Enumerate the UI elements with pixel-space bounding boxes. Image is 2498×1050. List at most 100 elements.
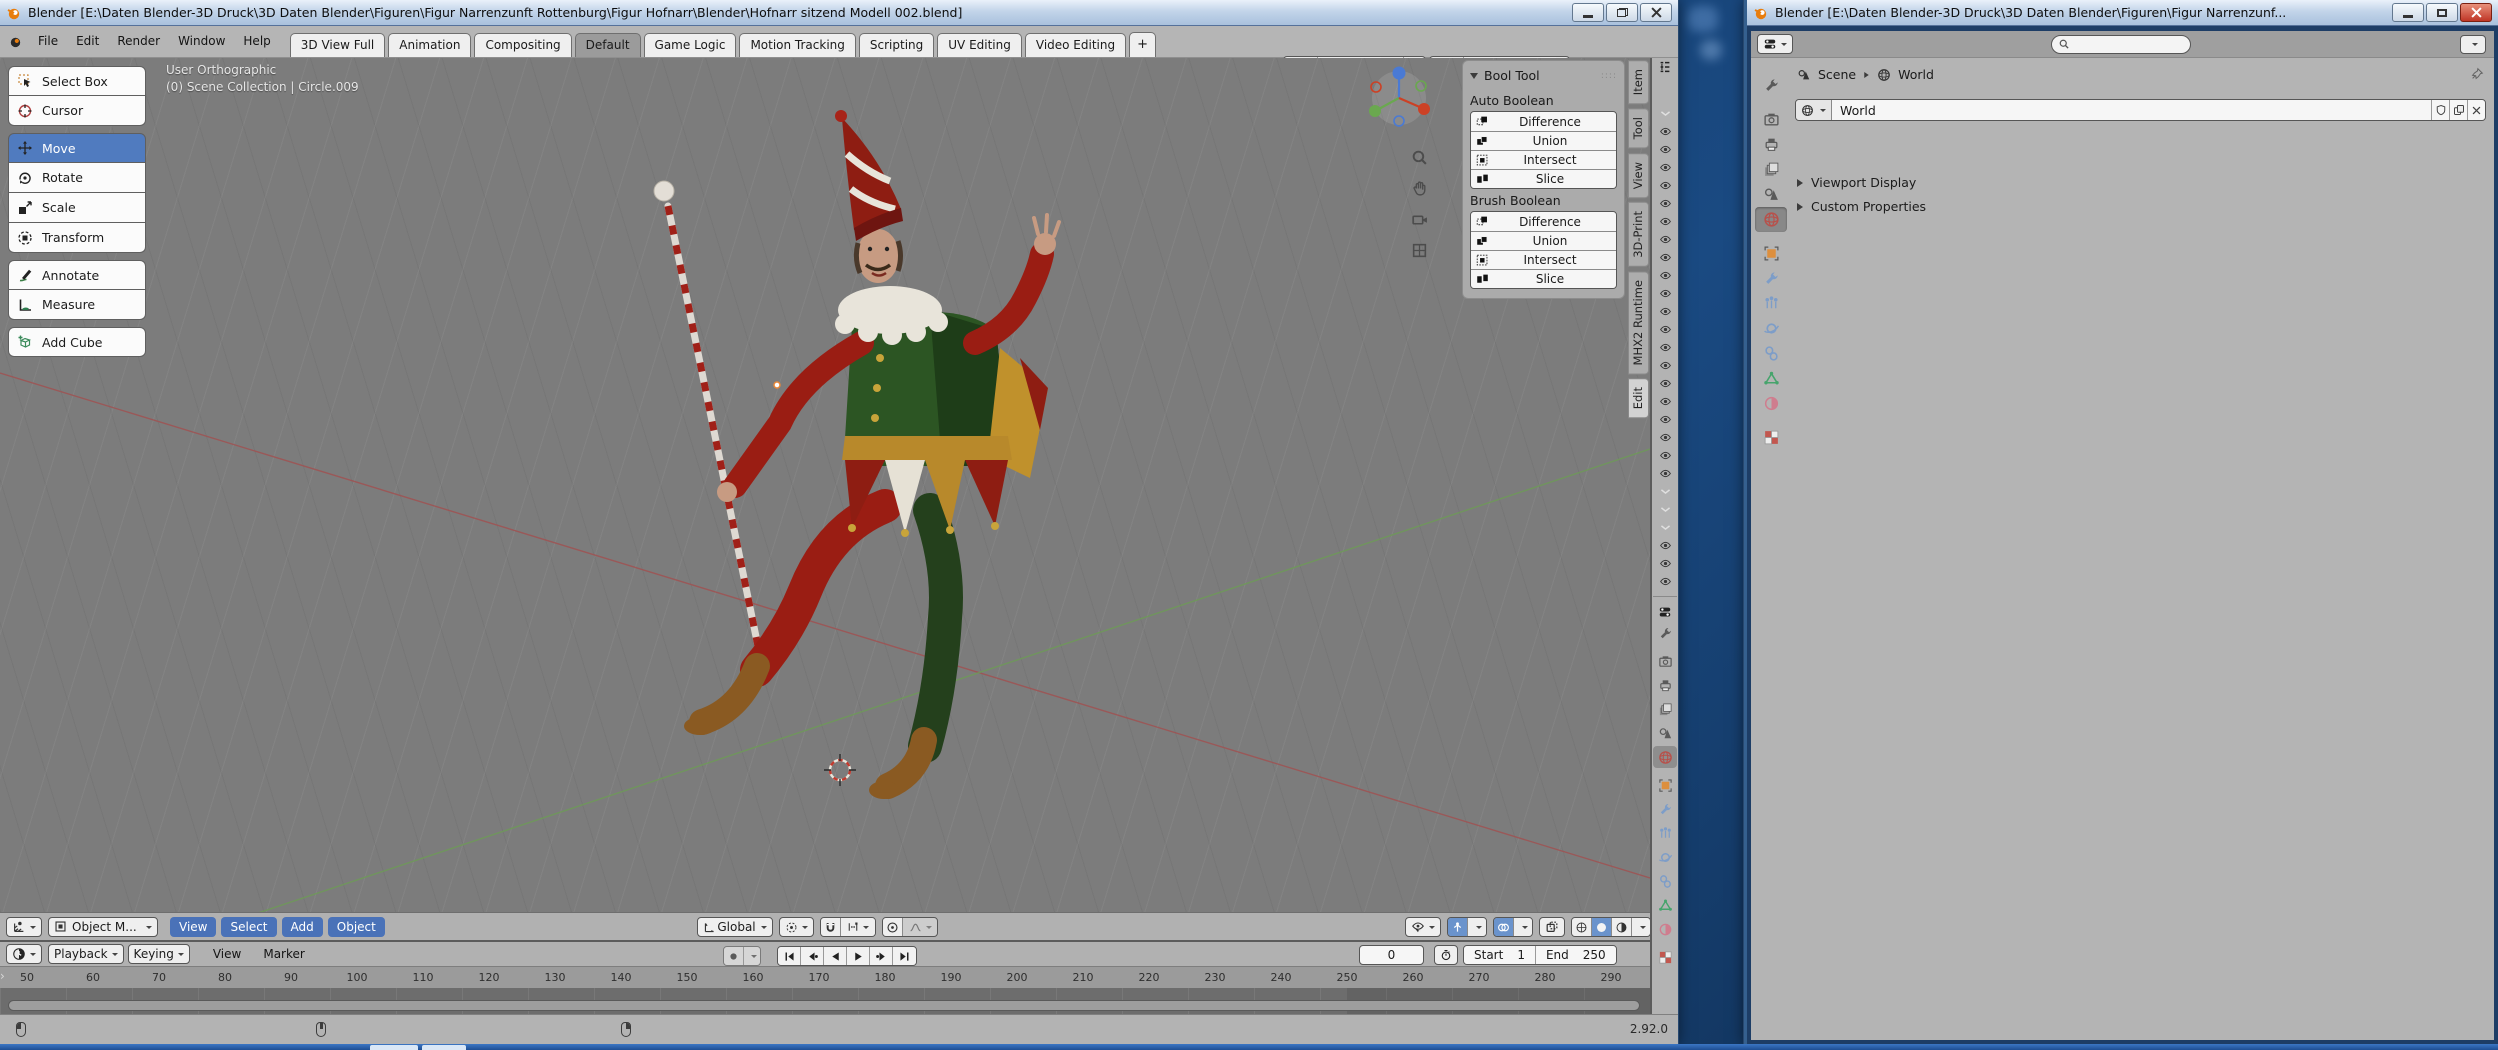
xray-toggle[interactable]: [1539, 917, 1565, 937]
world-name-field[interactable]: World: [1832, 100, 2431, 120]
auto-keying-dropdown[interactable]: [744, 947, 760, 965]
editor-type-3d-button[interactable]: [6, 917, 42, 937]
properties-tab-view-layer[interactable]: [1755, 157, 1787, 182]
snap-toggle[interactable]: [821, 918, 841, 936]
strip-properties-tab-particles[interactable]: [1653, 822, 1677, 844]
snap-to-dropdown[interactable]: [841, 918, 875, 936]
outliner-visibility-toggle[interactable]: [1654, 428, 1676, 446]
next-keyframe-button[interactable]: [870, 947, 893, 965]
workspace-tab-animation[interactable]: Animation: [388, 33, 471, 57]
strip-properties-tab-object[interactable]: [1653, 774, 1677, 796]
strip-properties-tab-data[interactable]: [1653, 894, 1677, 916]
shading-wireframe-button[interactable]: [1572, 918, 1592, 936]
panel-collapse-icon[interactable]: [1470, 73, 1478, 83]
timeline-ruler[interactable]: › 50607080901001101201301401501601701801…: [0, 966, 1650, 988]
restore-button[interactable]: [1606, 3, 1638, 22]
auto-boolean-intersect-button[interactable]: Intersect: [1471, 150, 1616, 169]
editor-type-timeline-button[interactable]: [6, 944, 42, 964]
viewport-canvas[interactable]: [0, 58, 1650, 912]
strip-properties-tab-output[interactable]: [1653, 674, 1677, 696]
strip-properties-tab-texture[interactable]: [1653, 946, 1677, 968]
unlink-button[interactable]: [2467, 100, 2485, 120]
outliner-visibility-toggle[interactable]: [1654, 374, 1676, 392]
fake-user-button[interactable]: [2431, 100, 2449, 120]
jump-to-end-button[interactable]: [893, 947, 916, 965]
outliner-collapse-chevron[interactable]: [1654, 500, 1676, 518]
brush-boolean-union-button[interactable]: Union: [1471, 231, 1616, 250]
viewport-menu-view[interactable]: View: [170, 917, 216, 937]
properties-tab-modifiers[interactable]: [1755, 266, 1787, 291]
properties-tab-world[interactable]: [1755, 207, 1787, 232]
strip-properties-tab-world[interactable]: [1653, 746, 1677, 768]
timeline-scrollbar[interactable]: [8, 1000, 1640, 1011]
workspace-tab-game-logic[interactable]: Game Logic: [644, 33, 737, 57]
outliner-visibility-toggle[interactable]: [1654, 176, 1676, 194]
shading-material-button[interactable]: [1612, 918, 1632, 936]
properties-tab-physics[interactable]: [1755, 316, 1787, 341]
outliner-visibility-toggle[interactable]: [1654, 446, 1676, 464]
play-button[interactable]: [847, 947, 870, 965]
workspace-tab-uv-editing[interactable]: UV Editing: [937, 33, 1022, 57]
viewport-menu-object[interactable]: Object: [328, 917, 385, 937]
use-preview-range-toggle[interactable]: [1434, 945, 1458, 965]
left-titlebar[interactable]: Blender [E:\Daten Blender-3D Druck\3D Da…: [0, 0, 1678, 26]
outliner-visibility-toggle[interactable]: [1654, 194, 1676, 212]
frame-start-field[interactable]: Start1: [1464, 946, 1535, 964]
workspace-tab-video-editing[interactable]: Video Editing: [1025, 33, 1126, 57]
properties-tab-scene[interactable]: [1755, 182, 1787, 207]
gizmo-y-axis[interactable]: [1369, 105, 1381, 117]
auto-keying-toggle[interactable]: [724, 947, 744, 965]
ortho-toggle-icon[interactable]: [1408, 239, 1430, 261]
panel-expand-icon[interactable]: [1797, 203, 1807, 211]
outliner-visibility-toggle[interactable]: [1654, 536, 1676, 554]
properties-search[interactable]: [2051, 35, 2191, 54]
zoom-icon[interactable]: [1408, 146, 1430, 168]
right-titlebar[interactable]: Blender [E:\Daten Blender-3D Druck\3D Da…: [1747, 0, 2498, 26]
current-frame-field[interactable]: 0: [1359, 945, 1424, 965]
breadcrumb-world[interactable]: World: [1898, 67, 1934, 82]
panel-expand-icon[interactable]: [1797, 179, 1807, 187]
auto-boolean-union-button[interactable]: Union: [1471, 131, 1616, 150]
outliner-visibility-toggle[interactable]: [1654, 140, 1676, 158]
properties-tab-render[interactable]: [1755, 107, 1787, 132]
properties-editor-button[interactable]: [1654, 603, 1676, 621]
timeline-menu-marker[interactable]: Marker: [254, 944, 313, 964]
camera-view-icon[interactable]: [1408, 208, 1430, 230]
maximize-button[interactable]: [2426, 3, 2458, 22]
brush-boolean-intersect-button[interactable]: Intersect: [1471, 250, 1616, 269]
auto-boolean-difference-button[interactable]: Difference: [1471, 112, 1616, 131]
jump-to-start-button[interactable]: [778, 947, 801, 965]
gizmos-toggle[interactable]: [1448, 918, 1468, 936]
mode-dropdown[interactable]: Object M...: [48, 917, 158, 937]
pivot-point-dropdown[interactable]: [779, 917, 814, 937]
menu-file[interactable]: File: [29, 31, 67, 51]
breadcrumb-scene[interactable]: Scene: [1818, 67, 1856, 82]
strip-properties-tab-render[interactable]: [1653, 650, 1677, 672]
tool-measure[interactable]: Measure: [8, 290, 146, 320]
add-workspace-button[interactable]: +: [1129, 32, 1156, 57]
minimize-button[interactable]: [1572, 3, 1604, 22]
play-reverse-button[interactable]: [824, 947, 847, 965]
strip-properties-tab-modifiers[interactable]: [1653, 798, 1677, 820]
tool-select-box[interactable]: Select Box: [8, 66, 146, 96]
auto-boolean-slice-button[interactable]: Slice: [1471, 169, 1616, 188]
minimize-button[interactable]: [2392, 3, 2424, 22]
outliner-collapse-chevron[interactable]: [1654, 482, 1676, 500]
outliner-collapse-chevron[interactable]: [1654, 104, 1676, 122]
outliner-visibility-toggle[interactable]: [1654, 212, 1676, 230]
outliner-visibility-toggle[interactable]: [1654, 230, 1676, 248]
workspace-tab-scripting[interactable]: Scripting: [859, 33, 934, 57]
ruler-chevron-icon[interactable]: ›: [0, 969, 5, 983]
outliner-collapse-chevron[interactable]: [1654, 518, 1676, 536]
outliner-visibility-toggle[interactable]: [1654, 158, 1676, 176]
sidebar-tab-3d-print[interactable]: 3D-Print: [1628, 202, 1649, 267]
outliner-visibility-toggle[interactable]: [1654, 320, 1676, 338]
timeline-track-area[interactable]: [0, 988, 1650, 1014]
gizmo-x-axis[interactable]: [1418, 103, 1430, 115]
sidebar-tab-item[interactable]: Item: [1628, 60, 1649, 104]
jester-model[interactable]: [654, 110, 1059, 799]
panel-custom-properties[interactable]: Custom Properties: [1797, 199, 1926, 214]
properties-tab-output[interactable]: [1755, 132, 1787, 157]
menu-render[interactable]: Render: [108, 31, 169, 51]
properties-tab-tool[interactable]: [1755, 73, 1787, 98]
